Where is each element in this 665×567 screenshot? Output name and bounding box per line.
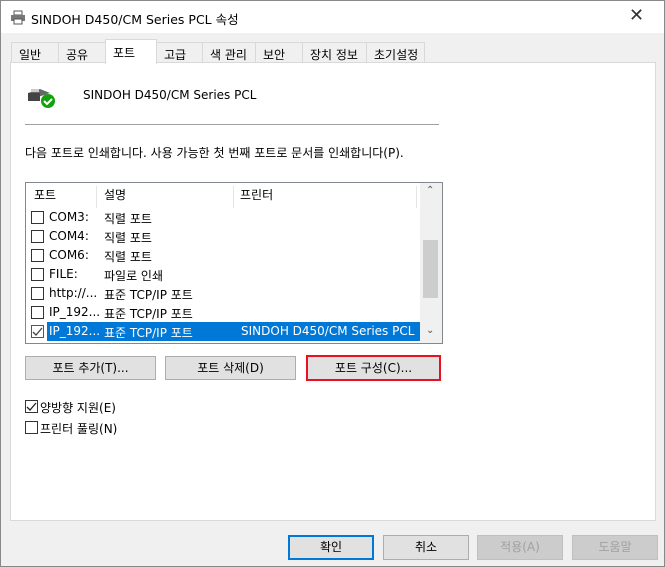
port-row[interactable]: COM3: 직렬 포트 [26, 208, 420, 227]
tab-color-management[interactable]: 색 관리 [202, 42, 256, 63]
column-divider[interactable] [233, 186, 234, 208]
tab-initial-settings[interactable]: 초기설정 [366, 42, 425, 63]
port-printer: SINDOH D450/CM Series PCL [241, 324, 415, 338]
port-desc: 표준 TCP/IP 포트 [104, 326, 193, 340]
tab-label: 포트 [113, 46, 136, 60]
port-desc: 표준 TCP/IP 포트 [104, 288, 193, 302]
tab-general[interactable]: 일반 [11, 42, 59, 63]
tab-sharing[interactable]: 공유 [58, 42, 106, 63]
port-row[interactable]: COM6: 직렬 포트 [26, 246, 420, 265]
title-bar: SINDOH D450/CM Series PCL 속성 ✕ [1, 1, 664, 33]
port-checkbox[interactable] [31, 287, 44, 300]
tab-security[interactable]: 보안 [255, 42, 303, 63]
column-divider[interactable] [416, 186, 417, 208]
pooling-label[interactable]: 프린터 풀링(N) [40, 420, 117, 437]
column-header-port[interactable]: 포트 [34, 186, 56, 203]
add-port-button[interactable]: 포트 추가(T)... [25, 356, 156, 380]
tab-device-info[interactable]: 장치 정보 [302, 42, 367, 63]
column-header-description[interactable]: 설명 [104, 186, 126, 203]
bidirectional-label[interactable]: 양방향 지원(E) [40, 399, 116, 416]
port-name: FILE: [49, 267, 78, 281]
port-name: IP_192... [49, 305, 101, 319]
tab-ports[interactable]: 포트 [105, 39, 157, 64]
port-name: COM6: [49, 248, 89, 262]
cancel-button[interactable]: 취소 [383, 535, 469, 560]
configure-port-button[interactable]: 포트 구성(C)... [306, 355, 441, 381]
port-name: http://... [49, 286, 98, 300]
tab-label: 장치 정보 [310, 48, 358, 62]
port-checkbox[interactable] [31, 230, 44, 243]
close-button[interactable]: ✕ [629, 5, 644, 26]
port-checkbox[interactable] [31, 249, 44, 262]
tab-label: 고급 [164, 48, 187, 62]
printer-name: SINDOH D450/CM Series PCL [83, 88, 257, 102]
port-row-selected[interactable]: IP_192... 표준 TCP/IP 포트 SINDOH D450/CM Seri… [26, 322, 420, 341]
window-title: SINDOH D450/CM Series PCL 속성 [31, 12, 239, 27]
port-desc: 직렬 포트 [104, 212, 152, 226]
tab-label: 공유 [66, 48, 89, 62]
port-desc: 파일로 인쇄 [104, 269, 164, 283]
tab-advanced[interactable]: 고급 [156, 42, 203, 63]
port-checkbox-checked[interactable] [31, 325, 44, 338]
column-header-printer[interactable]: 프린터 [240, 186, 273, 203]
ok-button[interactable]: 확인 [288, 535, 374, 560]
port-checkbox[interactable] [31, 268, 44, 281]
port-row[interactable]: COM4: 직렬 포트 [26, 227, 420, 246]
chevron-up-icon[interactable]: ⌃ [426, 185, 434, 196]
scrollbar-thumb[interactable] [423, 240, 438, 298]
help-button[interactable]: 도움말 [572, 535, 658, 560]
port-checkbox[interactable] [31, 306, 44, 319]
scrollbar[interactable]: ⌃ ⌄ [420, 183, 442, 343]
port-desc: 직렬 포트 [104, 231, 152, 245]
port-row[interactable]: FILE: 파일로 인쇄 [26, 265, 420, 284]
tab-label: 보안 [263, 48, 286, 62]
pooling-checkbox[interactable] [25, 421, 38, 434]
delete-port-button[interactable]: 포트 삭제(D) [165, 356, 296, 380]
tab-label: 색 관리 [210, 48, 247, 62]
port-name: COM4: [49, 229, 89, 243]
port-checkbox[interactable] [31, 211, 44, 224]
bidirectional-checkbox[interactable] [25, 400, 38, 413]
column-divider[interactable] [96, 186, 97, 208]
port-row[interactable]: IP_192... 표준 TCP/IP 포트 [26, 303, 420, 322]
port-description: 다음 포트로 인쇄합니다. 사용 가능한 첫 번째 포트로 문서를 인쇄합니다(… [25, 146, 404, 160]
tab-label: 일반 [19, 48, 42, 62]
port-name: COM3: [49, 210, 89, 224]
port-name: IP_192... [49, 324, 101, 338]
port-desc: 직렬 포트 [104, 250, 152, 264]
separator [25, 124, 439, 125]
port-desc: 표준 TCP/IP 포트 [104, 307, 193, 321]
port-row[interactable]: http://... 표준 TCP/IP 포트 [26, 284, 420, 303]
printer-ready-icon [28, 89, 55, 108]
printer-icon [11, 10, 25, 25]
apply-button[interactable]: 적용(A) [477, 535, 563, 560]
port-list[interactable]: 포트 설명 프린터 COM3: 직렬 포트 COM4: 직렬 포트 COM6: 직렬 … [25, 182, 443, 344]
chevron-down-icon[interactable]: ⌄ [426, 325, 434, 336]
tab-label: 초기설정 [374, 48, 419, 62]
